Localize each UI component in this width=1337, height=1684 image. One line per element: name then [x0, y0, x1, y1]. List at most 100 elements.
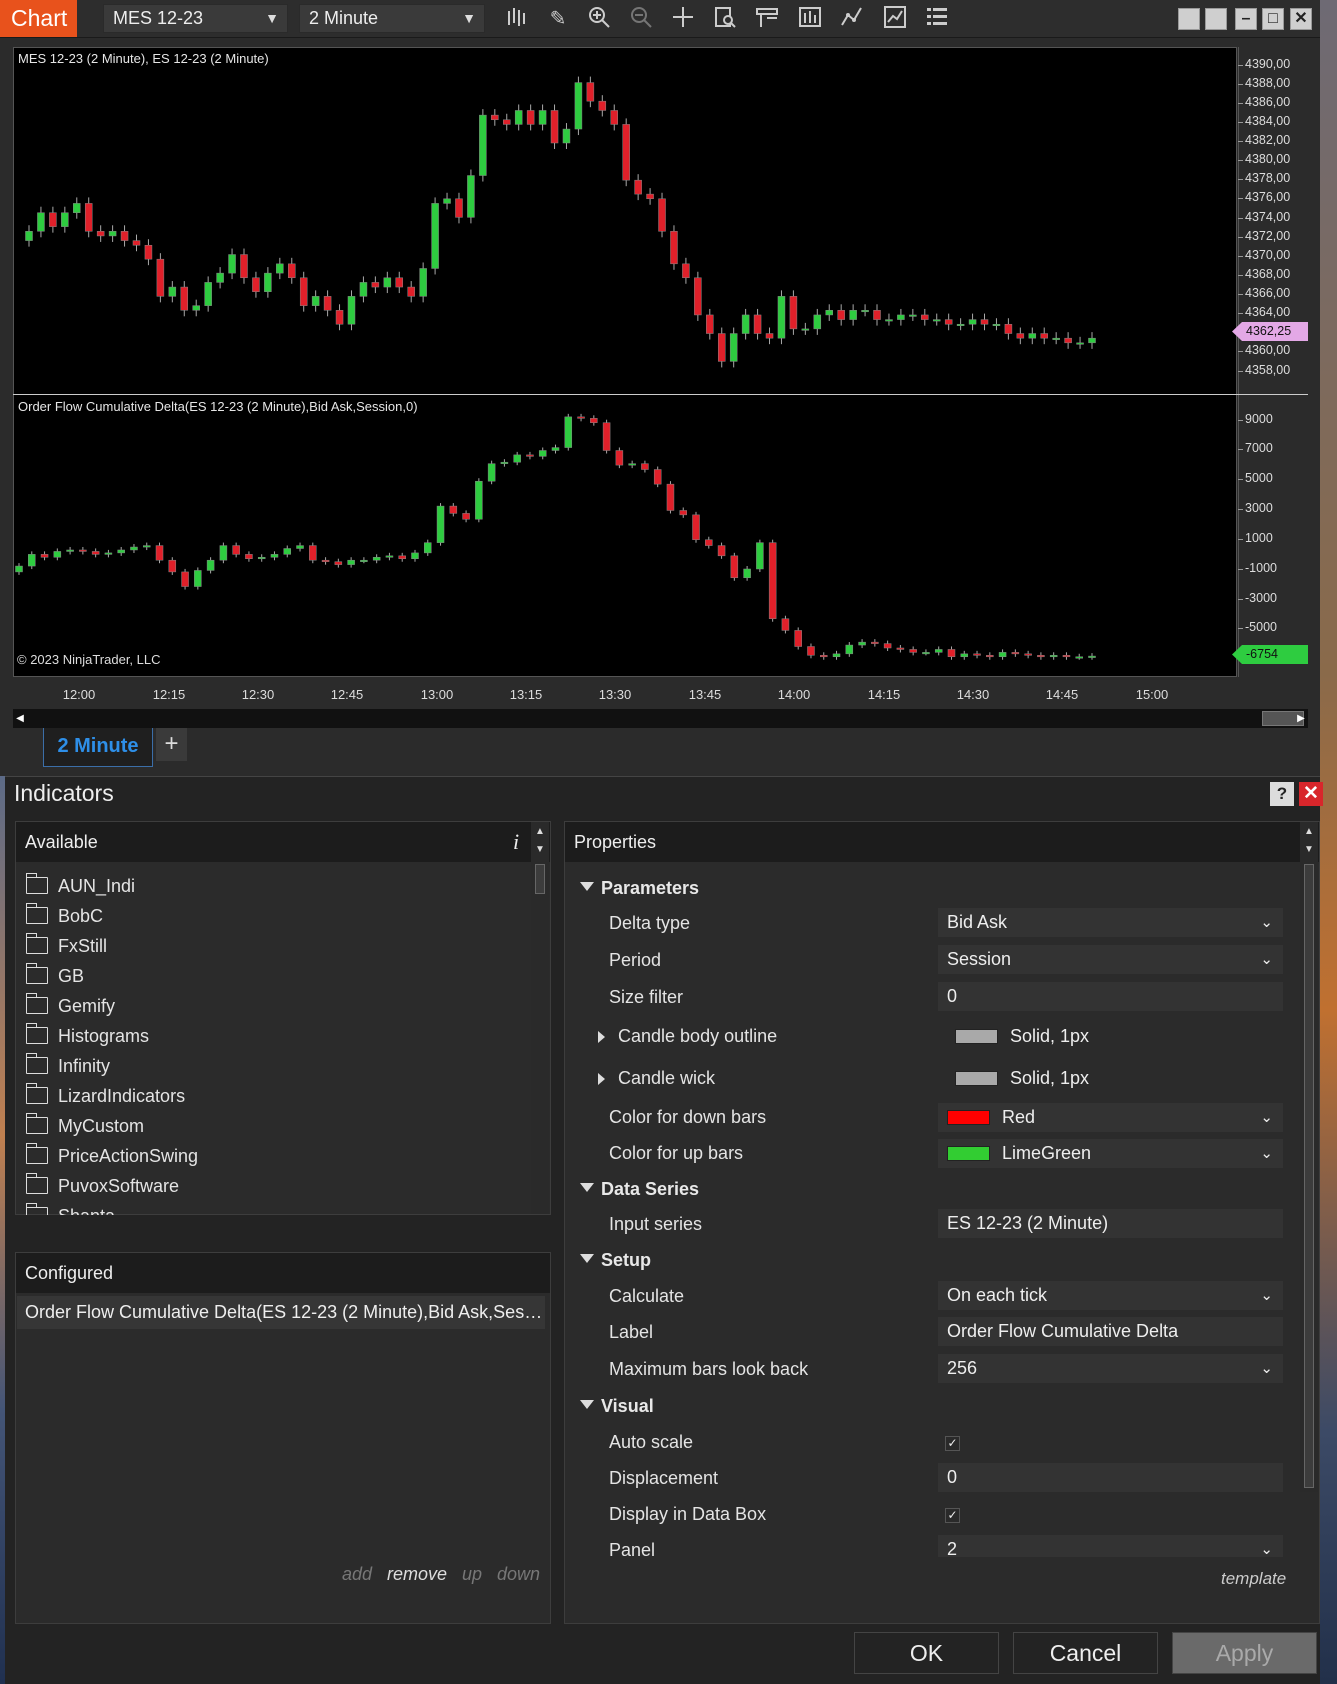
- cancel-button[interactable]: Cancel: [1013, 1632, 1158, 1674]
- scroll-up-icon[interactable]: ▲: [1300, 824, 1318, 840]
- folder-item[interactable]: Gemify: [25, 991, 115, 1021]
- candle-wick-row[interactable]: Candle wick: [598, 1068, 715, 1089]
- scroll-thumb[interactable]: [535, 864, 545, 894]
- strategy-icon[interactable]: [838, 5, 866, 33]
- scroll-down-icon[interactable]: ▼: [1300, 842, 1318, 858]
- add-tab-button[interactable]: +: [156, 728, 187, 761]
- close-button[interactable]: ✕: [1290, 8, 1312, 30]
- folder-icon: [25, 873, 48, 894]
- expand-icon: [598, 1073, 605, 1085]
- candle-body: [334, 561, 343, 565]
- down-link[interactable]: down: [497, 1564, 540, 1585]
- properties-scrollbar[interactable]: ▲ ▼: [1300, 822, 1318, 1492]
- chart-window: Chart MES 12-23 ▼ 2 Minute ▼ ✎ – □ ✕ MES…: [0, 0, 1320, 776]
- properties-icon[interactable]: [923, 5, 951, 33]
- time-tick: 12:45: [330, 687, 364, 702]
- folder-item[interactable]: LizardIndicators: [25, 1081, 185, 1111]
- panel-select[interactable]: 2 ⌄: [938, 1535, 1283, 1557]
- max-bars-select[interactable]: 256 ⌄: [938, 1354, 1283, 1383]
- dialog-close-button[interactable]: ✕: [1299, 782, 1323, 806]
- window-tile-icon[interactable]: [1178, 8, 1200, 30]
- info-icon[interactable]: i: [513, 822, 519, 862]
- folder-item[interactable]: MyCustom: [25, 1111, 144, 1141]
- candle-body: [653, 469, 662, 485]
- candle-body: [551, 447, 560, 451]
- section-parameters[interactable]: Parameters: [580, 878, 699, 899]
- configured-item[interactable]: Order Flow Cumulative Delta(ES 12-23 (2 …: [17, 1296, 545, 1329]
- ok-button[interactable]: OK: [854, 1632, 999, 1674]
- candle-body: [706, 314, 714, 334]
- chart-trader-icon[interactable]: [796, 5, 824, 33]
- up-color-select[interactable]: LimeGreen ⌄: [938, 1139, 1283, 1168]
- folder-item[interactable]: Shanta: [26, 1201, 115, 1215]
- size-filter-input[interactable]: 0: [938, 982, 1283, 1011]
- candle-body-outline-value[interactable]: Solid, 1px: [955, 1026, 1089, 1047]
- maximize-button[interactable]: □: [1262, 8, 1284, 30]
- scroll-thumb[interactable]: [1304, 864, 1314, 1488]
- folder-item[interactable]: Histograms: [25, 1021, 149, 1051]
- available-scrollbar[interactable]: ▲ ▼: [531, 822, 549, 1214]
- display-in-data-box-checkbox[interactable]: ✓: [945, 1508, 960, 1523]
- candle-body: [73, 203, 81, 213]
- folder-item[interactable]: Infinity: [25, 1051, 110, 1081]
- apply-button[interactable]: Apply: [1172, 1632, 1317, 1674]
- scroll-right-icon[interactable]: ▶: [1294, 709, 1308, 728]
- scroll-down-icon[interactable]: ▼: [531, 842, 549, 858]
- candle-body: [411, 552, 419, 559]
- input-series-field[interactable]: ES 12-23 (2 Minute): [938, 1209, 1283, 1238]
- zoom-in-icon[interactable]: [585, 5, 613, 33]
- bar-type-icon[interactable]: [503, 5, 531, 33]
- delta-type-select[interactable]: Bid Ask ⌄: [938, 908, 1283, 937]
- label-input[interactable]: Order Flow Cumulative Delta: [938, 1317, 1283, 1346]
- calculate-select[interactable]: On each tick ⌄: [938, 1281, 1283, 1310]
- window-snap-icon[interactable]: [1205, 8, 1227, 30]
- candle-body: [180, 286, 189, 311]
- instrument-selector[interactable]: MES 12-23 ▼: [103, 4, 288, 33]
- candle-body: [514, 110, 523, 125]
- scroll-left-icon[interactable]: ◀: [13, 709, 27, 728]
- section-visual[interactable]: Visual: [580, 1396, 654, 1417]
- candle-body: [204, 282, 212, 306]
- period-select[interactable]: Session ⌄: [938, 945, 1283, 974]
- folder-item[interactable]: BobC: [25, 901, 103, 931]
- scroll-up-icon[interactable]: ▲: [531, 824, 549, 840]
- help-button[interactable]: ?: [1270, 782, 1294, 806]
- desktop-background: [1320, 0, 1337, 1684]
- tab-2-minute[interactable]: 2 Minute: [43, 728, 153, 767]
- template-link[interactable]: template: [1221, 1569, 1286, 1589]
- candle-wick-value[interactable]: Solid, 1px: [955, 1068, 1089, 1089]
- section-setup[interactable]: Setup: [580, 1250, 651, 1271]
- folder-item[interactable]: PuvoxSoftware: [25, 1171, 179, 1201]
- down-color-select[interactable]: Red ⌄: [938, 1103, 1283, 1132]
- remove-link[interactable]: remove: [387, 1564, 447, 1585]
- app-logo[interactable]: Chart: [0, 0, 77, 37]
- color-swatch: [955, 1071, 998, 1086]
- candle-body: [206, 559, 215, 571]
- candle-body-outline-row[interactable]: Candle body outline: [598, 1026, 777, 1047]
- prop-label: Period: [609, 950, 662, 970]
- folder-item[interactable]: FxStill: [25, 931, 107, 961]
- folder-item[interactable]: AUN_Indi: [25, 871, 135, 901]
- price-tick: 4380,00: [1237, 152, 1291, 166]
- indicator-icon[interactable]: [881, 5, 909, 33]
- folder-item[interactable]: GB: [25, 961, 84, 991]
- displacement-input[interactable]: 0: [938, 1463, 1283, 1492]
- data-box-icon[interactable]: [711, 5, 739, 33]
- price-tick: 4378,00: [1237, 171, 1291, 185]
- folder-item[interactable]: PriceActionSwing: [25, 1141, 198, 1171]
- candle-body: [921, 314, 929, 320]
- folder-icon: [25, 1023, 48, 1044]
- auto-scale-checkbox[interactable]: ✓: [945, 1436, 960, 1451]
- pencil-icon[interactable]: ✎: [544, 5, 572, 33]
- zoom-out-icon[interactable]: [627, 5, 655, 33]
- crosshair-icon[interactable]: [669, 5, 697, 33]
- candle-body: [845, 644, 854, 655]
- chart-horizontal-scrollbar[interactable]: ◀ ▶: [13, 709, 1308, 728]
- up-link[interactable]: up: [462, 1564, 482, 1585]
- price-marker-icon[interactable]: [753, 5, 781, 33]
- candle-body: [245, 554, 253, 559]
- add-link[interactable]: add: [342, 1564, 372, 1585]
- interval-selector[interactable]: 2 Minute ▼: [299, 4, 485, 33]
- minimize-button[interactable]: –: [1235, 8, 1257, 30]
- section-data-series[interactable]: Data Series: [580, 1179, 699, 1200]
